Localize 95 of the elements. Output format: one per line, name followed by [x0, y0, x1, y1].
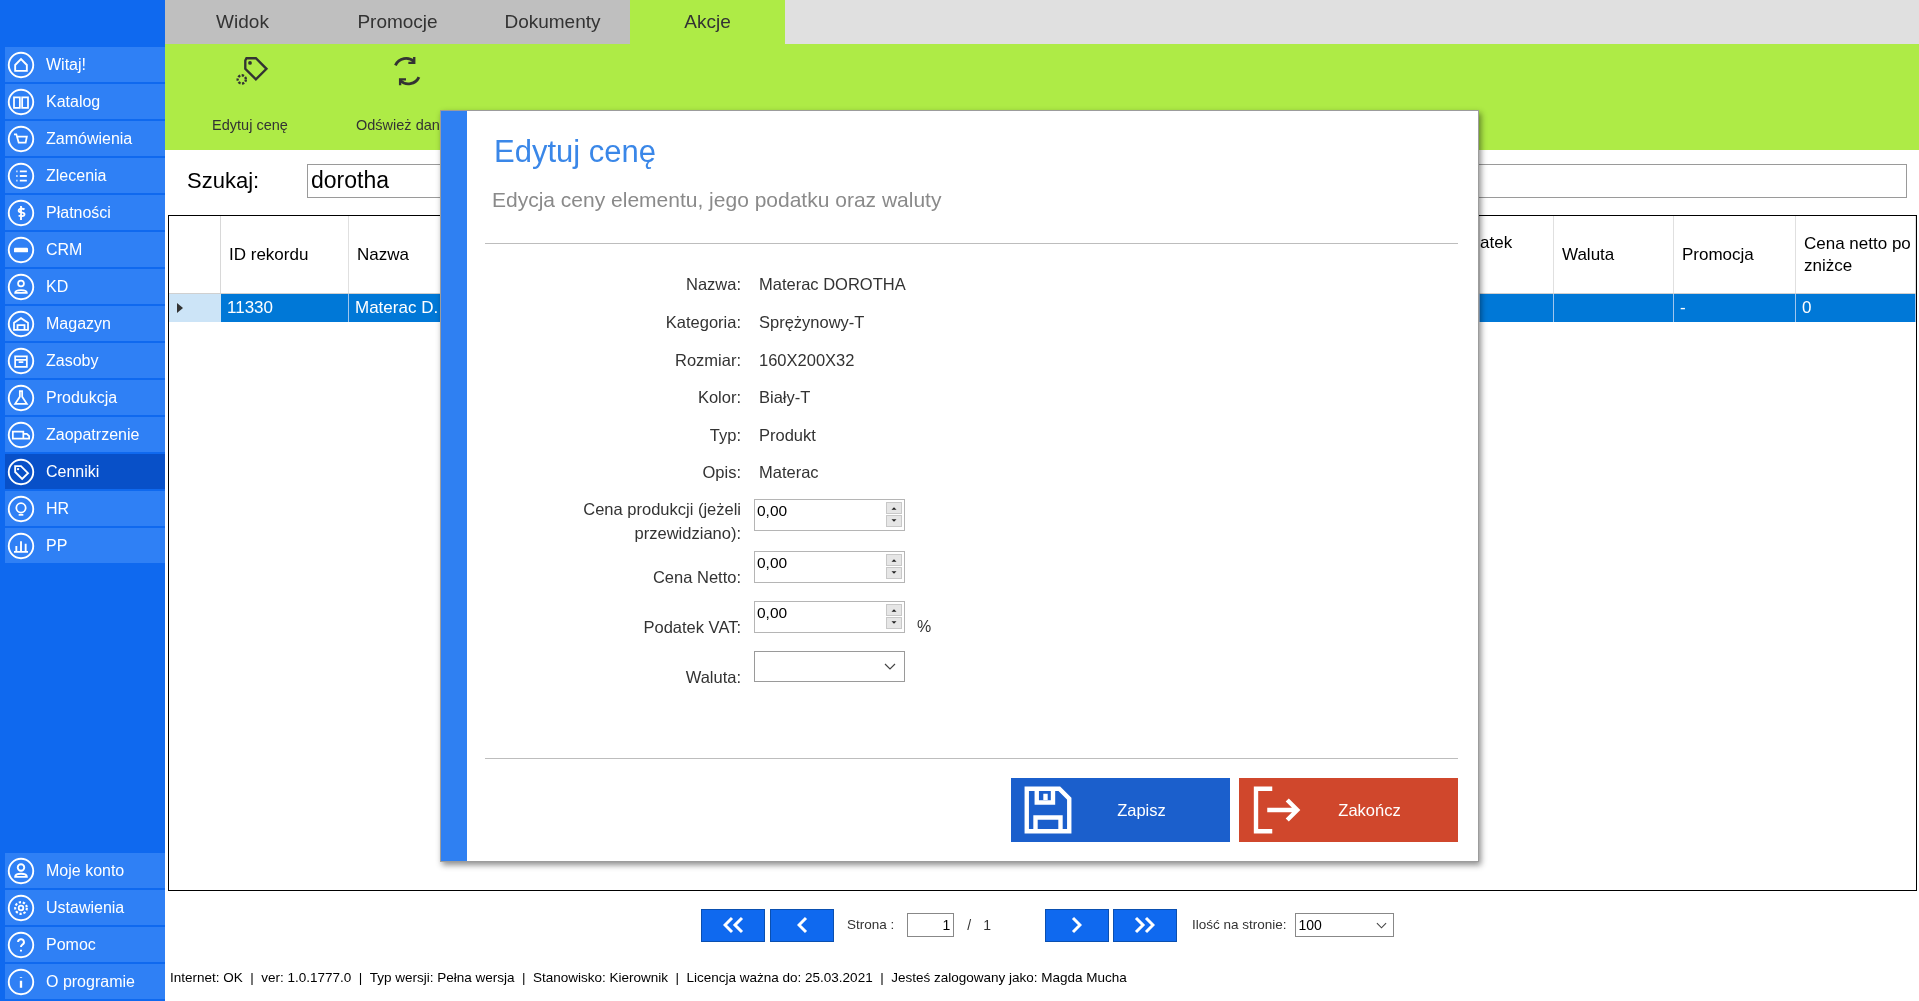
- sidebar-item[interactable]: Zaopatrzenie: [5, 417, 165, 452]
- ribbon-button[interactable]: Edytuj cenę: [175, 44, 325, 150]
- number-field[interactable]: 0,00: [754, 600, 905, 633]
- dialog-title: Edytuj cenę: [493, 133, 657, 171]
- column-header[interactable]: Promocja: [1674, 216, 1796, 293]
- first-page-button[interactable]: [701, 908, 765, 942]
- table-cell-text: 11330: [227, 297, 273, 320]
- field-label: Typ:: [708, 424, 741, 446]
- home-icon: [7, 50, 35, 79]
- sidebar-item[interactable]: Witaj!: [5, 47, 165, 82]
- sidebar-item[interactable]: PP: [5, 528, 165, 563]
- number-field[interactable]: 0,00: [754, 550, 905, 583]
- sidebar-item[interactable]: Pomoc: [5, 927, 165, 962]
- field-label: Kolor:: [696, 387, 741, 409]
- chevron-down-icon: [1375, 921, 1387, 929]
- exit-arrow-icon: [1251, 785, 1301, 835]
- chevron-down-icon: [884, 662, 896, 670]
- per-page-label: Ilość na stronie:: [1191, 915, 1287, 934]
- first-page-icon: [722, 916, 744, 934]
- tab[interactable]: Akcje: [630, 0, 785, 44]
- sidebar-item[interactable]: Ustawienia: [5, 890, 165, 925]
- exit-button[interactable]: Zakończ: [1239, 778, 1458, 842]
- field-value: Materac DOROTHA: [759, 274, 906, 296]
- chart-icon: [7, 531, 35, 560]
- warehouse-icon: [7, 309, 35, 338]
- sidebar-item[interactable]: Cenniki: [5, 454, 165, 489]
- tag-icon: [7, 457, 35, 486]
- spin-buttons[interactable]: [886, 553, 902, 579]
- previous-page-button[interactable]: [770, 908, 834, 942]
- sidebar-item[interactable]: HR: [5, 491, 165, 526]
- column-header[interactable]: atek: [1480, 216, 1554, 293]
- previous-page-icon: [796, 916, 808, 934]
- field-value: Sprężynowy-T: [759, 312, 865, 333]
- field-label: Podatek VAT:: [642, 616, 741, 638]
- sidebar-item[interactable]: Płatności: [5, 195, 165, 230]
- page-label: Strona :: [847, 915, 895, 934]
- page-total: 1: [983, 915, 991, 935]
- sidebar-item[interactable]: Produkcja: [5, 380, 165, 415]
- field-label: Waluta:: [684, 666, 741, 688]
- last-page-icon: [1134, 916, 1156, 934]
- unit-label: %: [917, 616, 932, 637]
- settings-icon: [7, 893, 35, 922]
- sidebar-item[interactable]: Magazyn: [5, 306, 165, 341]
- row-pointer-icon: [177, 303, 183, 313]
- field-label: Nazwa:: [684, 274, 741, 296]
- field-label: Cena produkcji (jeżeli przewidziano):: [582, 498, 741, 544]
- field-label: Cena Netto:: [651, 566, 741, 588]
- book-icon: [7, 87, 35, 116]
- ribbon-button[interactable]: Odśwież dan: [325, 44, 475, 150]
- spin-buttons[interactable]: [886, 501, 902, 527]
- number-field[interactable]: 0,00: [754, 498, 905, 531]
- column-header[interactable]: Cena netto po zniżce: [1796, 216, 1916, 293]
- box-icon: [7, 346, 35, 375]
- sidebar-item[interactable]: Zasoby: [5, 343, 165, 378]
- field-value: Materac: [759, 462, 819, 484]
- search-label: Szukaj:: [187, 167, 261, 195]
- field-label: Rozmiar:: [674, 349, 741, 371]
- sidebar-item[interactable]: Zlecenia: [5, 158, 165, 193]
- page-field[interactable]: 1: [907, 913, 955, 937]
- field-value: 160X200X32: [759, 349, 855, 371]
- list-icon: [7, 161, 35, 190]
- field-value: Biały-T: [759, 387, 811, 409]
- truck-icon: [7, 420, 35, 449]
- column-header[interactable]: ID rekordu: [221, 216, 349, 293]
- sidebar-item[interactable]: Moje konto: [5, 853, 165, 888]
- field-value: Produkt: [759, 424, 816, 446]
- field-label: Kategoria:: [664, 312, 741, 333]
- sidebar-item[interactable]: CRM: [5, 232, 165, 267]
- dialog-subtitle: Edycja ceny elementu, jego podatku oraz waluty: [491, 186, 943, 213]
- next-page-button[interactable]: [1044, 908, 1109, 942]
- person-icon: [7, 272, 35, 301]
- sidebar-item[interactable]: Katalog: [5, 84, 165, 119]
- per-page-dropdown[interactable]: 100: [1294, 913, 1394, 937]
- spin-buttons[interactable]: [886, 603, 902, 629]
- cart-icon: [7, 124, 35, 153]
- info-icon: [7, 967, 35, 996]
- sidebar-item[interactable]: Zamówienia: [5, 121, 165, 156]
- next-page-icon: [1071, 916, 1083, 934]
- sidebar-item[interactable]: O programie: [5, 964, 165, 999]
- dollar-icon: [7, 198, 35, 227]
- last-page-button[interactable]: [1112, 908, 1177, 942]
- status-text: Internet: OK | ver: 1.0.1777.0 | Typ wersji: Pełna wersja | Stanowisko: Kierownik | Licencja ważna do: 25.03.2021 | Jesteś zalogowany jako: Magda Mucha: [170, 968, 1127, 987]
- currency-dropdown[interactable]: [754, 650, 905, 682]
- field-label: Opis:: [701, 462, 741, 484]
- table-cell-text: 0: [1802, 297, 1812, 320]
- save-button[interactable]: Zapisz: [1011, 778, 1230, 842]
- page-separator: /: [967, 915, 972, 935]
- column-header[interactable]: Waluta: [1554, 216, 1674, 293]
- flask-icon: [7, 383, 35, 412]
- badge-icon: [7, 235, 35, 264]
- table-cell-text: -: [1680, 297, 1686, 320]
- help-icon: [7, 930, 35, 959]
- account-icon: [7, 856, 35, 885]
- table-cell-text: Materac D.: [355, 297, 439, 320]
- sidebar-item[interactable]: KD: [5, 269, 165, 304]
